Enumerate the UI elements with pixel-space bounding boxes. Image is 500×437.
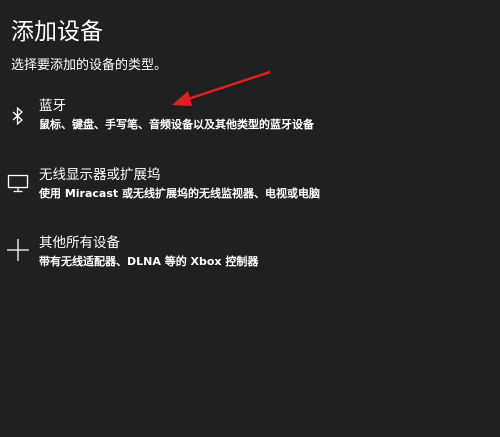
option-wireless-display-description: 使用 Miracast 或无线扩展坞的无线监视器、电视或电脑 xyxy=(39,187,320,200)
option-bluetooth-label: 蓝牙 xyxy=(39,98,66,114)
plus-icon xyxy=(6,238,30,262)
option-other-devices-description: 带有无线适配器、DLNA 等的 Xbox 控制器 xyxy=(39,255,259,268)
page-subtitle: 选择要添加的设备的类型。 xyxy=(11,58,168,73)
page-title: 添加设备 xyxy=(11,19,103,45)
monitor-icon xyxy=(6,171,30,195)
bluetooth-icon xyxy=(6,104,30,128)
option-bluetooth-description: 鼠标、键盘、手写笔、音频设备以及其他类型的蓝牙设备 xyxy=(39,118,314,131)
option-wireless-display-label: 无线显示器或扩展坞 xyxy=(39,167,161,183)
option-other-devices-label: 其他所有设备 xyxy=(39,235,120,251)
option-other-devices[interactable]: 其他所有设备 带有无线适配器、DLNA 等的 Xbox 控制器 xyxy=(0,232,440,282)
red-arrow-annotation xyxy=(172,70,270,106)
option-wireless-display[interactable]: 无线显示器或扩展坞 使用 Miracast 或无线扩展坞的无线监视器、电视或电脑 xyxy=(0,165,440,215)
